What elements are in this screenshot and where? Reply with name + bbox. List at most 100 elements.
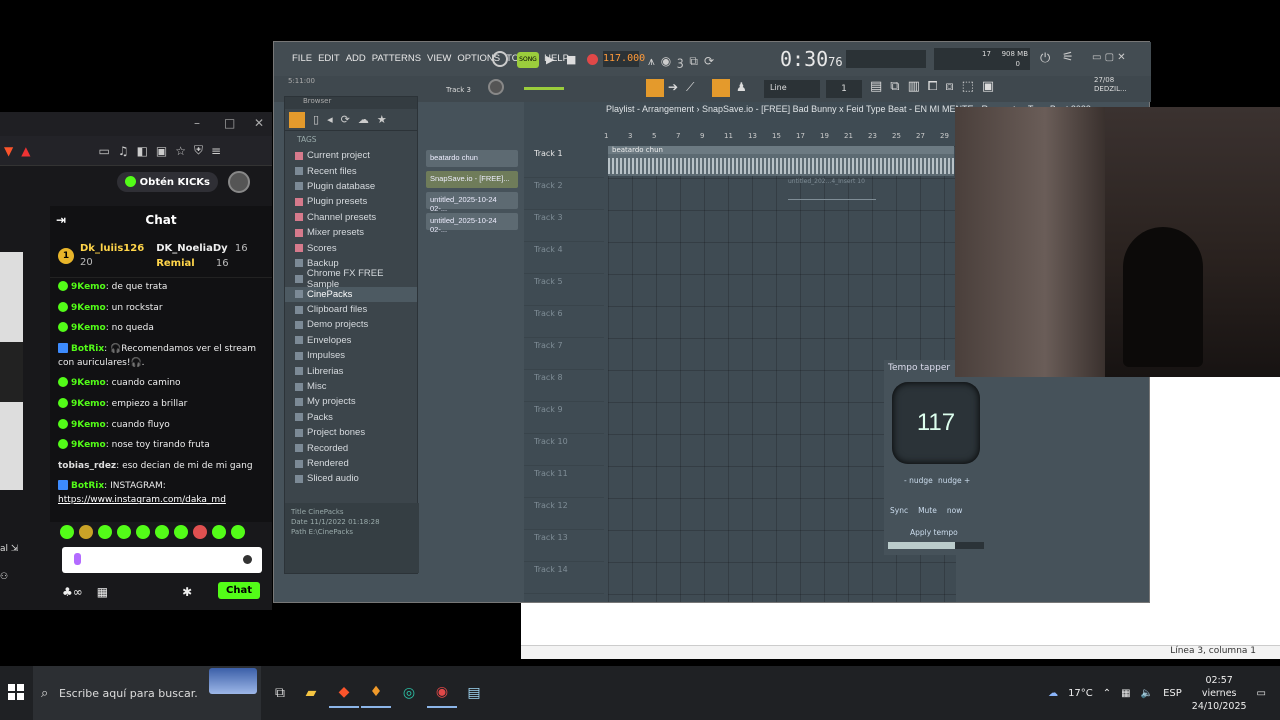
weather-icon[interactable]: ☁ — [1048, 688, 1058, 699]
nudge-minus-button[interactable]: - nudge — [904, 476, 933, 485]
back-icon[interactable]: ◂ — [327, 113, 333, 126]
temperature[interactable]: 17°C — [1068, 688, 1093, 699]
track-header[interactable]: Track 5 — [524, 274, 604, 306]
app-taskbar-icon[interactable]: ◎ — [394, 678, 424, 708]
tree-packs[interactable]: Packs — [285, 410, 417, 425]
tree-envelopes[interactable]: Envelopes — [285, 333, 417, 348]
menu-file[interactable]: FILE — [292, 53, 312, 64]
track-header[interactable]: Track 12 — [524, 498, 604, 530]
settings-gear-icon[interactable]: ✱ — [182, 585, 192, 599]
pattern-selector[interactable]: 1 — [826, 80, 862, 98]
tree-recorded[interactable]: Recorded — [285, 440, 417, 455]
metronome-icon[interactable]: ⩚◉ꝫ⧉⟳ — [648, 52, 720, 69]
avatar[interactable] — [228, 171, 250, 193]
snap-selector[interactable]: Line — [764, 80, 820, 98]
tree-mixer-presets[interactable]: Mixer presets — [285, 225, 417, 240]
tap-pad[interactable]: 117 — [892, 382, 980, 464]
song-mode-button[interactable]: SONG — [517, 52, 539, 68]
record-icon[interactable] — [587, 54, 598, 65]
play-icon[interactable]: ▶ — [546, 53, 554, 66]
mute-toggle[interactable]: Mute — [918, 506, 937, 515]
refresh-icon[interactable]: ⟳ — [341, 113, 350, 126]
tree-impulses[interactable]: Impulses — [285, 348, 417, 363]
emote-icon[interactable] — [117, 525, 131, 539]
tree-plugin-presets[interactable]: Plugin presets — [285, 194, 417, 209]
tree-scores[interactable]: Scores — [285, 240, 417, 255]
apply-tempo-toggle[interactable]: Apply tempo — [910, 528, 958, 537]
track-header[interactable]: Track 14 — [524, 562, 604, 594]
timeline-ruler[interactable]: 1 3 5 7 9 11 13 15 17 19 21 23 25 27 29 — [604, 132, 956, 144]
tree-demo-projects[interactable]: Demo projects — [285, 317, 417, 332]
stamp-icon[interactable]: ♟ — [736, 80, 747, 94]
playlist-view-icon[interactable] — [646, 79, 664, 97]
emote-icon[interactable] — [79, 525, 93, 539]
stream-video-thumbnail[interactable] — [0, 252, 23, 490]
tree-recent-files[interactable]: Recent files — [285, 163, 417, 178]
language-indicator[interactable]: ESP — [1163, 688, 1182, 699]
notepad-taskbar-icon[interactable]: ▤ — [459, 678, 489, 708]
maximize-icon[interactable]: □ — [224, 116, 235, 130]
star-icon[interactable]: ★ — [377, 113, 387, 126]
track-header[interactable]: Track 3 — [524, 210, 604, 242]
track-header[interactable]: Track 2 — [524, 178, 604, 210]
network-icon[interactable]: ▦ — [1121, 688, 1130, 699]
shield-icon[interactable]: ⛨ — [194, 143, 203, 158]
snap-magnet-icon[interactable] — [712, 79, 730, 97]
task-view-icon[interactable]: ⧉ — [265, 678, 295, 708]
emote-icon[interactable] — [193, 525, 207, 539]
track-header[interactable]: Track 10 — [524, 434, 604, 466]
chat-input[interactable] — [62, 547, 262, 573]
music-icon[interactable]: ♫ — [118, 144, 129, 158]
track-header[interactable]: Track 9 — [524, 402, 604, 434]
emote-icon[interactable] — [98, 525, 112, 539]
tree-clipboard-files[interactable]: Clipboard files — [285, 302, 417, 317]
emote-icon[interactable] — [60, 525, 74, 539]
leader-1-name[interactable]: Dk_luiis126 — [80, 242, 144, 256]
ghost-clip[interactable]: untitled_202...4_Insert 10 — [788, 178, 876, 200]
instagram-link[interactable]: https://www.instagram.com/daka_md — [58, 495, 226, 505]
view-buttons-icon[interactable]: ➔⟋ — [668, 80, 702, 95]
window-controls[interactable]: ▭ ▢ ✕ — [1092, 52, 1126, 63]
wallet-icon[interactable]: ▣ — [156, 144, 167, 158]
get-kicks-button[interactable]: Obtén KICKs — [116, 172, 218, 192]
send-chat-button[interactable]: Chat — [218, 582, 260, 599]
taskbar-clock[interactable]: 02:57 viernes 24/10/2025 — [1192, 674, 1247, 713]
menu-add[interactable]: ADD — [346, 53, 366, 64]
tree-misc[interactable]: Misc — [285, 379, 417, 394]
track-header[interactable]: Track 6 — [524, 306, 604, 338]
stop-icon[interactable]: ■ — [566, 53, 576, 66]
tree-my-projects[interactable]: My projects — [285, 394, 417, 409]
tree-librerias[interactable]: Librerias — [285, 363, 417, 378]
volume-knob[interactable] — [488, 79, 504, 95]
notification-icon[interactable]: ▭ — [1257, 688, 1266, 699]
mixer-icon[interactable]: ⚟ — [1062, 50, 1074, 65]
emote-icon[interactable] — [174, 525, 188, 539]
tree-channel-presets[interactable]: Channel presets — [285, 210, 417, 225]
pattern-item[interactable]: untitled_2025-10-24 02-... — [426, 192, 518, 213]
store-icon[interactable]: ▦ — [97, 585, 108, 599]
windows-start-icon[interactable] — [8, 684, 24, 700]
tray-overflow-icon[interactable]: ⌃ — [1103, 688, 1111, 699]
nudge-plus-button[interactable]: nudge + — [938, 476, 970, 485]
track-header[interactable]: Track 4 — [524, 242, 604, 274]
tree-plugin-database[interactable]: Plugin database — [285, 179, 417, 194]
edit-icon[interactable]: al ⇲ — [0, 544, 24, 554]
microphone-icon[interactable] — [74, 553, 81, 565]
pattern-item[interactable]: SnapSave.io - [FREE]... — [426, 171, 518, 188]
bookmark-star-icon[interactable]: ☆ — [175, 144, 186, 158]
pattern-item[interactable]: untitled_2025-10-24 02-... — [426, 213, 518, 234]
tempo-display[interactable]: 117.000 — [603, 51, 645, 67]
menu-view[interactable]: VIEW — [427, 53, 451, 64]
audio-clip[interactable]: beatardo chun — [608, 146, 954, 176]
window-shortcut-icons[interactable]: ▤⧉▥⧠⧈⬚▣ — [870, 79, 1002, 94]
cloud-icon[interactable]: ☁ — [358, 113, 369, 126]
track-header[interactable]: Track 7 — [524, 338, 604, 370]
taskbar-search[interactable]: ⌕ Escribe aquí para buscar. — [33, 666, 261, 720]
pattern-item[interactable]: beatardo chun — [426, 150, 518, 167]
emoji-icon[interactable] — [243, 555, 252, 564]
menu-icon[interactable]: ≡ — [211, 144, 221, 158]
emote-icon[interactable] — [231, 525, 245, 539]
menu-patterns[interactable]: PATTERNS — [372, 53, 421, 64]
sync-toggle[interactable]: Sync — [890, 506, 908, 515]
tree-rendered[interactable]: Rendered — [285, 456, 417, 471]
